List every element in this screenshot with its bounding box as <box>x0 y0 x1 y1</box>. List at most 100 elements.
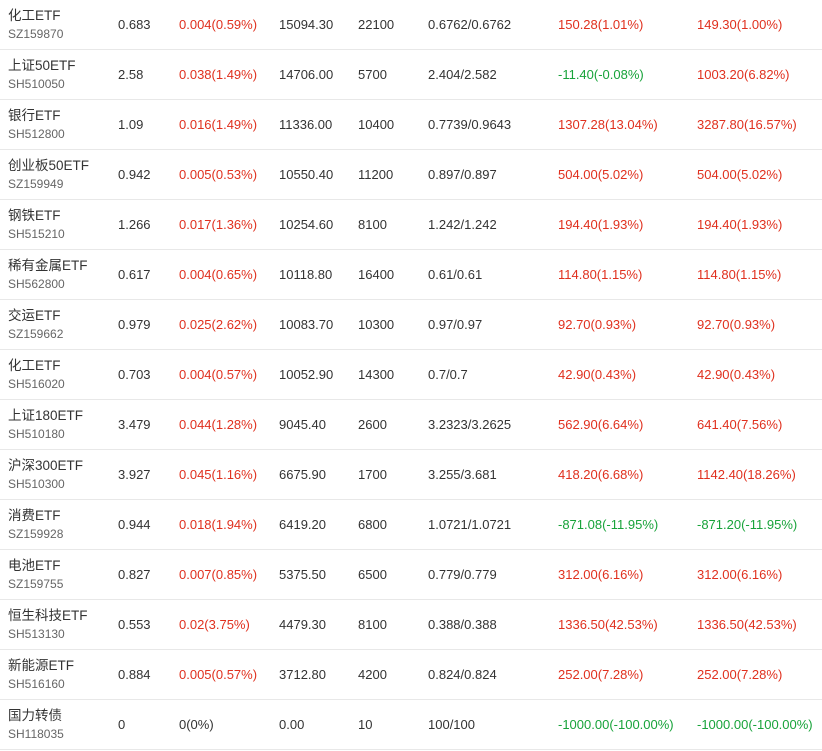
security-name[interactable]: 稀有金属ETF <box>8 254 88 274</box>
security-name-cell[interactable]: 银行ETF SH512800 <box>8 100 108 149</box>
security-code: SZ159755 <box>8 577 64 591</box>
profit-loss-total: 3287.80(16.57%) <box>697 117 797 132</box>
security-name[interactable]: 沪深300ETF <box>8 454 83 474</box>
price-change: 0.02(3.75%) <box>179 617 250 632</box>
security-name-cell[interactable]: 化工ETF SH516020 <box>8 350 108 399</box>
price-change: 0.007(0.85%) <box>179 567 258 582</box>
security-code: SH562800 <box>8 277 65 291</box>
security-name[interactable]: 交运ETF <box>8 304 61 324</box>
security-name-cell[interactable]: 化工ETF SZ159870 <box>8 0 108 49</box>
security-name-cell[interactable]: 沪深300ETF SH510300 <box>8 450 108 499</box>
security-code: SZ159949 <box>8 177 64 191</box>
table-row[interactable]: 沪深300ETF SH510300 3.927 0.045(1.16%) 6675.90… <box>0 450 822 500</box>
table-row[interactable]: 银行ETF SH512800 1.09 0.016(1.49%) 11336.00 104… <box>0 100 822 150</box>
security-name-cell[interactable]: 新能源ETF SH516160 <box>8 650 108 699</box>
price-change: 0.004(0.59%) <box>179 17 258 32</box>
security-name[interactable]: 电池ETF <box>8 554 61 574</box>
security-name[interactable]: 新能源ETF <box>8 654 74 674</box>
security-code: SH510050 <box>8 77 65 91</box>
security-name-cell[interactable]: 消费ETF SZ159928 <box>8 500 108 549</box>
cost-price: 0.824/0.824 <box>428 667 497 682</box>
table-row[interactable]: 上证50ETF SH510050 2.58 0.038(1.49%) 14706.00 5… <box>0 50 822 100</box>
current-price: 3.927 <box>118 467 151 482</box>
current-price: 0.683 <box>118 17 151 32</box>
security-code: SH513130 <box>8 627 65 641</box>
security-code: SH516160 <box>8 677 65 691</box>
share-count: 10 <box>358 717 373 732</box>
table-row[interactable]: 钢铁ETF SH515210 1.266 0.017(1.36%) 10254.60 81… <box>0 200 822 250</box>
price-change: 0.005(0.57%) <box>179 667 258 682</box>
price-change: 0.004(0.57%) <box>179 367 258 382</box>
profit-loss-total: 252.00(7.28%) <box>697 667 783 682</box>
security-name-cell[interactable]: 电池ETF SZ159755 <box>8 550 108 599</box>
table-row[interactable]: 创业板50ETF SZ159949 0.942 0.005(0.53%) 10550.4… <box>0 150 822 200</box>
security-name-cell[interactable]: 交运ETF SZ159662 <box>8 300 108 349</box>
cost-price: 1.0721/1.0721 <box>428 517 512 532</box>
security-code: SH515210 <box>8 227 65 241</box>
market-value: 10083.70 <box>279 317 334 332</box>
profit-loss-today: 252.00(7.28%) <box>558 667 644 682</box>
security-name[interactable]: 恒生科技ETF <box>8 604 88 624</box>
price-change: 0.045(1.16%) <box>179 467 258 482</box>
current-price: 2.58 <box>118 67 144 82</box>
cost-price: 3.255/3.681 <box>428 467 497 482</box>
security-name[interactable]: 国力转债 <box>8 704 62 724</box>
cost-price: 0.7739/0.9643 <box>428 117 512 132</box>
profit-loss-today: 562.90(6.64%) <box>558 417 644 432</box>
cost-price: 0.897/0.897 <box>428 167 497 182</box>
security-name[interactable]: 化工ETF <box>8 4 61 24</box>
security-name[interactable]: 上证180ETF <box>8 404 83 424</box>
security-name[interactable]: 消费ETF <box>8 504 61 524</box>
security-name[interactable]: 钢铁ETF <box>8 204 61 224</box>
market-value: 10550.40 <box>279 167 334 182</box>
market-value: 10052.90 <box>279 367 334 382</box>
profit-loss-today: 194.40(1.93%) <box>558 217 644 232</box>
security-name[interactable]: 创业板50ETF <box>8 154 89 174</box>
security-name-cell[interactable]: 上证50ETF SH510050 <box>8 50 108 99</box>
security-name[interactable]: 上证50ETF <box>8 54 76 74</box>
security-name-cell[interactable]: 恒生科技ETF SH513130 <box>8 600 108 649</box>
security-name-cell[interactable]: 上证180ETF SH510180 <box>8 400 108 449</box>
market-value: 6675.90 <box>279 467 326 482</box>
table-row[interactable]: 新能源ETF SH516160 0.884 0.005(0.57%) 3712.80 42… <box>0 650 822 700</box>
security-code: SZ159662 <box>8 327 64 341</box>
security-name-cell[interactable]: 国力转债 SH118035 <box>8 700 108 749</box>
table-row[interactable]: 稀有金属ETF SH562800 0.617 0.004(0.65%) 10118.80… <box>0 250 822 300</box>
security-name-cell[interactable]: 稀有金属ETF SH562800 <box>8 250 108 299</box>
profit-loss-total: 92.70(0.93%) <box>697 317 776 332</box>
table-row[interactable]: 化工ETF SH516020 0.703 0.004(0.57%) 10052.90 14… <box>0 350 822 400</box>
table-row[interactable]: 交运ETF SZ159662 0.979 0.025(2.62%) 10083.70 10… <box>0 300 822 350</box>
security-name-cell[interactable]: 钢铁ETF SH515210 <box>8 200 108 249</box>
share-count: 8100 <box>358 217 387 232</box>
price-change: 0.016(1.49%) <box>179 117 258 132</box>
security-code: SH516020 <box>8 377 65 391</box>
table-row[interactable]: 国力转债 SH118035 0 0(0%) 0.00 10 100/100 -1000.00(… <box>0 700 822 750</box>
profit-loss-total: 1003.20(6.82%) <box>697 67 790 82</box>
table-row[interactable]: 电池ETF SZ159755 0.827 0.007(0.85%) 5375.50 650… <box>0 550 822 600</box>
table-row[interactable]: 恒生科技ETF SH513130 0.553 0.02(3.75%) 4479.30 81… <box>0 600 822 650</box>
current-price: 0 <box>118 717 126 732</box>
profit-loss-today: 504.00(5.02%) <box>558 167 644 182</box>
security-name[interactable]: 化工ETF <box>8 354 61 374</box>
table-row[interactable]: 上证180ETF SH510180 3.479 0.044(1.28%) 9045.40… <box>0 400 822 450</box>
table-row[interactable]: 化工ETF SZ159870 0.683 0.004(0.59%) 15094.30 22… <box>0 0 822 50</box>
security-name-cell[interactable]: 创业板50ETF SZ159949 <box>8 150 108 199</box>
profit-loss-total: 641.40(7.56%) <box>697 417 783 432</box>
security-name[interactable]: 银行ETF <box>8 104 61 124</box>
share-count: 22100 <box>358 17 395 32</box>
cost-price: 0.7/0.7 <box>428 367 468 382</box>
table-row[interactable]: 消费ETF SZ159928 0.944 0.018(1.94%) 6419.20 680… <box>0 500 822 550</box>
market-value: 14706.00 <box>279 67 334 82</box>
current-price: 0.979 <box>118 317 151 332</box>
current-price: 0.617 <box>118 267 151 282</box>
profit-loss-today: 1307.28(13.04%) <box>558 117 658 132</box>
current-price: 0.944 <box>118 517 151 532</box>
security-code: SH510180 <box>8 427 65 441</box>
profit-loss-total: -871.20(-11.95%) <box>697 517 798 532</box>
profit-loss-total: 1336.50(42.53%) <box>697 617 797 632</box>
security-code: SH512800 <box>8 127 65 141</box>
current-price: 3.479 <box>118 417 151 432</box>
cost-price: 0.61/0.61 <box>428 267 483 282</box>
profit-loss-total: 149.30(1.00%) <box>697 17 783 32</box>
cost-price: 1.242/1.242 <box>428 217 497 232</box>
